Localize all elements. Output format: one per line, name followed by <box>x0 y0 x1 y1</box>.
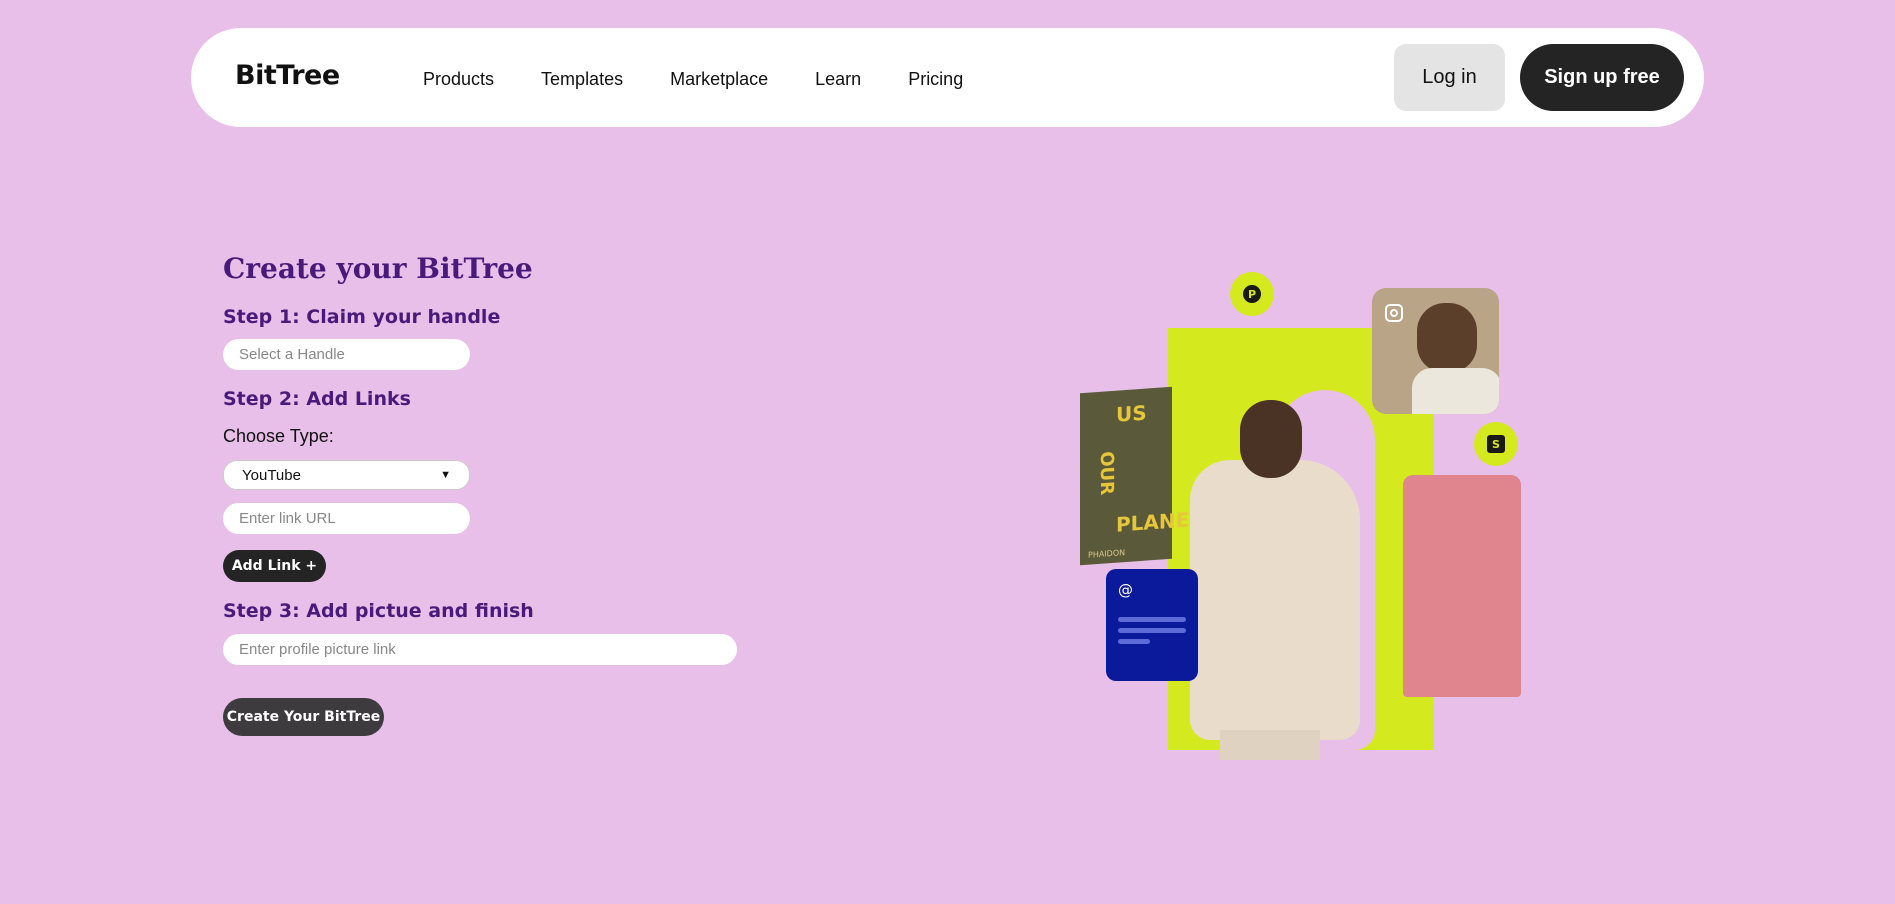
shopify-badge: S <box>1474 422 1518 466</box>
nav-link-templates[interactable]: Templates <box>541 69 623 90</box>
link-url-input[interactable] <box>223 503 470 534</box>
logo[interactable]: BitTree <box>235 60 340 91</box>
profile-picture-input[interactable] <box>223 634 737 665</box>
person-coat <box>1190 460 1360 740</box>
handle-input[interactable] <box>223 339 470 370</box>
pinterest-badge: P <box>1230 272 1274 316</box>
create-bittree-button[interactable]: Create Your BitTree <box>223 698 384 736</box>
step3-heading: Step 3: Add pictue and finish <box>223 600 534 622</box>
chevron-down-icon: ▼ <box>440 469 451 481</box>
shopify-icon: S <box>1487 435 1505 453</box>
link-type-value: YouTube <box>242 466 301 484</box>
step2-heading: Step 2: Add Links <box>223 388 411 410</box>
add-link-button[interactable]: Add Link + <box>223 550 326 582</box>
choose-type-label: Choose Type: <box>223 426 334 446</box>
page-title: Create your BitTree <box>223 252 533 285</box>
nav-link-marketplace[interactable]: Marketplace <box>670 69 768 90</box>
step1-heading: Step 1: Claim your handle <box>223 306 501 328</box>
link-type-select[interactable]: YouTube ▼ <box>223 460 470 490</box>
pinterest-icon: P <box>1243 285 1261 303</box>
nav-link-pricing[interactable]: Pricing <box>908 69 963 90</box>
nav-link-products[interactable]: Products <box>423 69 494 90</box>
threads-icon: @ <box>1118 581 1133 599</box>
person-image <box>1190 400 1365 760</box>
hero-illustration: US OUR PLANE PHAIDON @ P S <box>1070 270 1530 780</box>
instagram-card <box>1372 288 1499 414</box>
login-button[interactable]: Log in <box>1394 44 1505 111</box>
signup-button[interactable]: Sign up free <box>1520 44 1684 111</box>
nav-links: Products Templates Marketplace Learn Pri… <box>423 69 1010 90</box>
tshirt-image <box>1403 475 1521 697</box>
person-pants <box>1220 730 1320 760</box>
book-image: US OUR PLANE PHAIDON <box>1080 386 1189 566</box>
nav-link-learn[interactable]: Learn <box>815 69 861 90</box>
person-head <box>1240 400 1302 478</box>
instagram-icon <box>1385 304 1403 322</box>
navbar: BitTree Products Templates Marketplace L… <box>191 28 1704 127</box>
threads-card: @ <box>1106 569 1198 681</box>
